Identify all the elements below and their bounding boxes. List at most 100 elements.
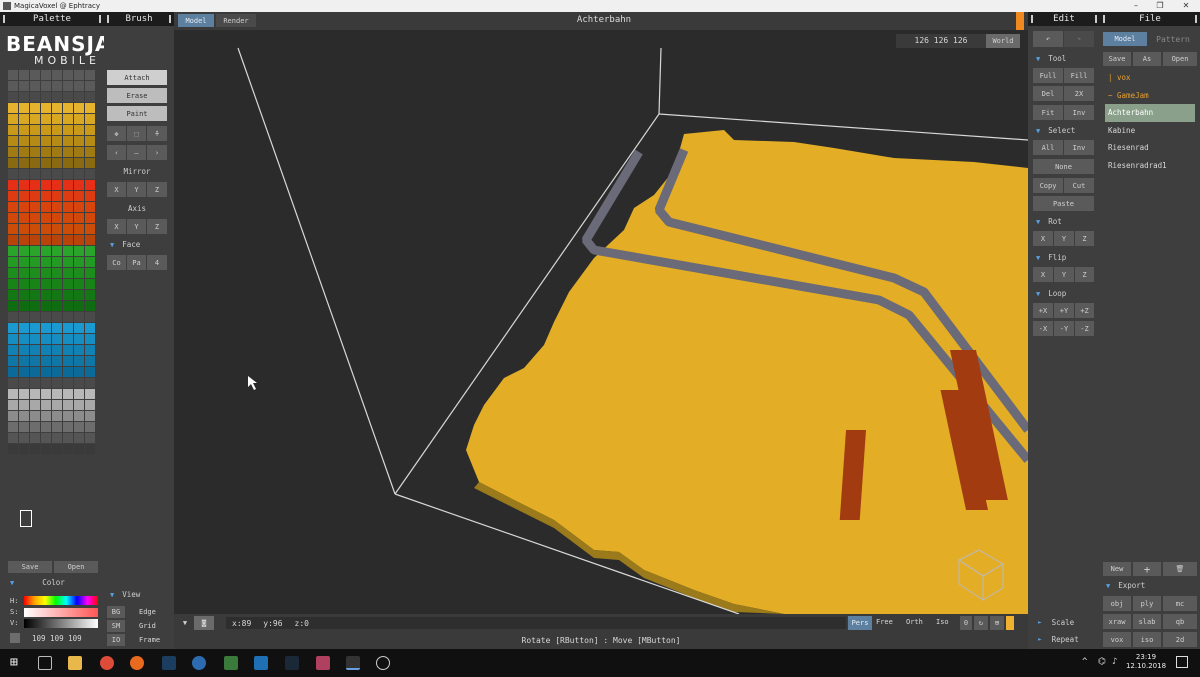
palette-swatch[interactable] xyxy=(52,257,62,267)
palette-swatch[interactable] xyxy=(74,268,84,278)
loop-plus-y-button[interactable]: +Y xyxy=(1054,303,1074,318)
palette-swatch[interactable] xyxy=(30,125,40,135)
palette-swatch[interactable] xyxy=(63,367,73,377)
rot-z-button[interactable]: Z xyxy=(1075,231,1094,246)
palette-swatch[interactable] xyxy=(52,389,62,399)
palette-swatch[interactable] xyxy=(8,235,18,245)
palette-swatch[interactable] xyxy=(85,246,95,256)
face-co-button[interactable]: Co xyxy=(107,255,126,270)
palette-swatch[interactable] xyxy=(63,158,73,168)
palette-swatch[interactable] xyxy=(30,290,40,300)
palette-swatch[interactable] xyxy=(19,422,29,432)
palette-swatch[interactable] xyxy=(74,301,84,311)
palette-swatch[interactable] xyxy=(52,323,62,333)
export-slab-button[interactable]: slab xyxy=(1133,614,1161,629)
palette-swatch[interactable] xyxy=(19,279,29,289)
export-2d-button[interactable]: 2d xyxy=(1163,632,1197,647)
notepad-icon[interactable] xyxy=(224,656,238,670)
palette-swatch[interactable] xyxy=(8,389,18,399)
reset-view-icon[interactable]: ↻ xyxy=(974,616,988,630)
palette-swatch[interactable] xyxy=(30,411,40,421)
palette-swatch[interactable] xyxy=(19,400,29,410)
palette-swatch[interactable] xyxy=(19,290,29,300)
palette-swatch[interactable] xyxy=(74,180,84,190)
palette-swatch[interactable] xyxy=(30,389,40,399)
palette-swatch[interactable] xyxy=(19,367,29,377)
palette-swatch[interactable] xyxy=(85,433,95,443)
palette-swatch[interactable] xyxy=(19,114,29,124)
firefox-icon[interactable] xyxy=(130,656,144,670)
palette-swatch[interactable] xyxy=(63,356,73,366)
palette-swatch[interactable] xyxy=(85,114,95,124)
palette-swatch[interactable] xyxy=(85,169,95,179)
minus-icon[interactable]: – xyxy=(127,145,146,160)
pin-tool-icon[interactable]: ⍏ xyxy=(147,126,167,141)
palette-swatch[interactable] xyxy=(30,81,40,91)
scale-section-header[interactable]: ► Scale xyxy=(1038,618,1074,627)
palette-swatch[interactable] xyxy=(30,92,40,102)
palette-swatch[interactable] xyxy=(52,125,62,135)
collapse-triangle-icon[interactable]: ▼ xyxy=(10,579,14,587)
palette-swatch[interactable] xyxy=(30,422,40,432)
palette-swatch[interactable] xyxy=(63,400,73,410)
grid-toggle-icon[interactable]: ⊞ xyxy=(990,616,1004,630)
collapse-triangle-icon[interactable]: ▼ xyxy=(1036,218,1040,226)
palette-swatch[interactable] xyxy=(41,213,51,223)
palette-swatch[interactable] xyxy=(52,422,62,432)
palette-swatch[interactable] xyxy=(19,125,29,135)
palette-swatch[interactable] xyxy=(19,70,29,80)
palette-swatch[interactable] xyxy=(41,389,51,399)
tab-file-model[interactable]: Model xyxy=(1103,32,1147,46)
file-list-item[interactable]: Riesenrad xyxy=(1105,139,1195,157)
palette-swatch[interactable] xyxy=(52,334,62,344)
palette-swatch[interactable] xyxy=(41,367,51,377)
palette-swatch[interactable] xyxy=(30,147,40,157)
palette-swatch[interactable] xyxy=(19,103,29,113)
palette-swatch[interactable] xyxy=(85,136,95,146)
palette-swatch[interactable] xyxy=(41,279,51,289)
palette-swatch[interactable] xyxy=(8,180,18,190)
palette-swatch[interactable] xyxy=(74,81,84,91)
collapse-triangle-icon[interactable]: ▼ xyxy=(1036,55,1040,63)
palette-swatch[interactable] xyxy=(85,92,95,102)
palette-swatch[interactable] xyxy=(8,367,18,377)
palette-swatch[interactable] xyxy=(74,290,84,300)
palette-swatch[interactable] xyxy=(30,224,40,234)
palette-swatch[interactable] xyxy=(30,268,40,278)
file-new-button[interactable]: New xyxy=(1103,562,1131,576)
palette-swatch[interactable] xyxy=(30,246,40,256)
palette-swatch[interactable] xyxy=(41,235,51,245)
palette-swatch[interactable] xyxy=(52,268,62,278)
tray-chevron-icon[interactable]: ^ xyxy=(1082,657,1087,667)
steam-icon[interactable] xyxy=(285,656,299,670)
palette-swatch[interactable] xyxy=(63,147,73,157)
palette-swatch[interactable] xyxy=(19,158,29,168)
palette-swatch[interactable] xyxy=(52,191,62,201)
palette-swatch[interactable] xyxy=(74,191,84,201)
hue-slider[interactable] xyxy=(24,596,98,605)
palette-swatch[interactable] xyxy=(41,103,51,113)
palette-swatch[interactable] xyxy=(74,92,84,102)
export-ply-button[interactable]: ply xyxy=(1133,596,1161,611)
palette-swatch[interactable] xyxy=(41,290,51,300)
tool-fill-button[interactable]: Fill xyxy=(1064,68,1094,83)
palette-swatch[interactable] xyxy=(8,169,18,179)
tool-2x-button[interactable]: 2X xyxy=(1064,86,1094,101)
palette-swatch[interactable] xyxy=(74,257,84,267)
palette-swatch[interactable] xyxy=(74,158,84,168)
palette-swatch[interactable] xyxy=(8,70,18,80)
tray-network-icon[interactable]: ⌬ xyxy=(1098,657,1106,667)
file-save-as-button[interactable]: As xyxy=(1133,52,1161,66)
palette-swatch[interactable] xyxy=(19,81,29,91)
palette-swatch[interactable] xyxy=(74,279,84,289)
file-explorer-icon[interactable] xyxy=(68,656,82,670)
palette-swatch[interactable] xyxy=(19,246,29,256)
palette-swatch[interactable] xyxy=(41,433,51,443)
magicavoxel-icon[interactable] xyxy=(346,656,360,670)
palette-swatch[interactable] xyxy=(63,92,73,102)
photoshop-icon[interactable] xyxy=(162,656,176,670)
file-list-item[interactable]: Kabine xyxy=(1105,122,1195,140)
palette-swatch[interactable] xyxy=(63,378,73,388)
palette-swatch[interactable] xyxy=(30,367,40,377)
copy-button[interactable]: Copy xyxy=(1033,178,1063,193)
